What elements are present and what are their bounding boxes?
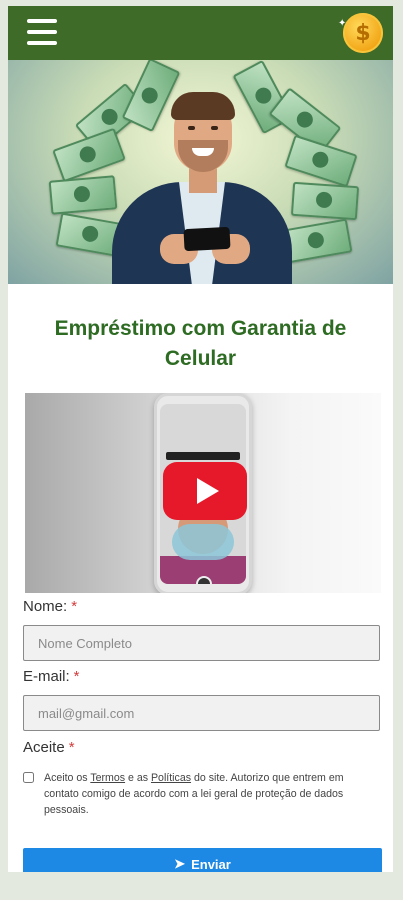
hero-image [8,60,393,284]
money-bill [281,218,353,264]
man-eye [211,126,218,130]
man-hair [171,92,235,120]
money-bill [121,60,181,133]
paper-plane-icon: ➤ [174,856,186,871]
required-asterisk: * [73,668,80,685]
terms-link[interactable]: Termos [90,772,125,784]
email-input[interactable] [23,695,380,731]
accept-label-text: Aceite [23,739,65,756]
page-title-line1: Empréstimo com Garantia de [54,317,347,340]
name-label-text: Nome: [23,598,68,615]
name-input[interactable] [23,625,380,661]
page-title: Empréstimo com Garantia de Celular [8,314,393,374]
accept-label: Aceite * [23,739,75,756]
submit-label: Enviar [191,856,231,872]
page-title-line2: Celular [164,347,237,370]
man-eye [188,126,195,130]
video-phone-banner [166,452,240,460]
money-bill [290,181,360,221]
video-player[interactable] [25,393,381,593]
submit-button[interactable]: ➤ Enviar [23,848,382,872]
money-bill [284,134,358,188]
man-beard [178,140,228,172]
play-triangle [196,478,219,504]
consent-checkbox[interactable] [23,772,34,783]
name-label: Nome: * [23,598,77,615]
hamburger-menu-icon[interactable] [27,19,57,45]
consent-middle: e as [125,772,151,784]
money-bill [48,175,118,215]
dollar-coin-icon[interactable]: $ [343,13,383,53]
youtube-play-icon[interactable] [163,462,247,520]
header-bar: ✦ $ [8,6,393,60]
required-asterisk: * [68,739,75,756]
email-label-text: E-mail: [23,668,70,685]
page: ✦ $ Empréstimo com Garantia de Celular N… [8,6,393,872]
video-person-mask [172,524,234,560]
money-bill [52,127,126,183]
policies-link[interactable]: Políticas [151,772,191,784]
coin-symbol: $ [355,20,371,46]
consent-prefix: Aceito os [44,772,91,784]
required-asterisk: * [71,598,78,615]
held-phone [183,226,231,252]
consent-text: Aceito os Termos e as Políticas do site.… [44,770,364,818]
email-label: E-mail: * [23,668,80,685]
